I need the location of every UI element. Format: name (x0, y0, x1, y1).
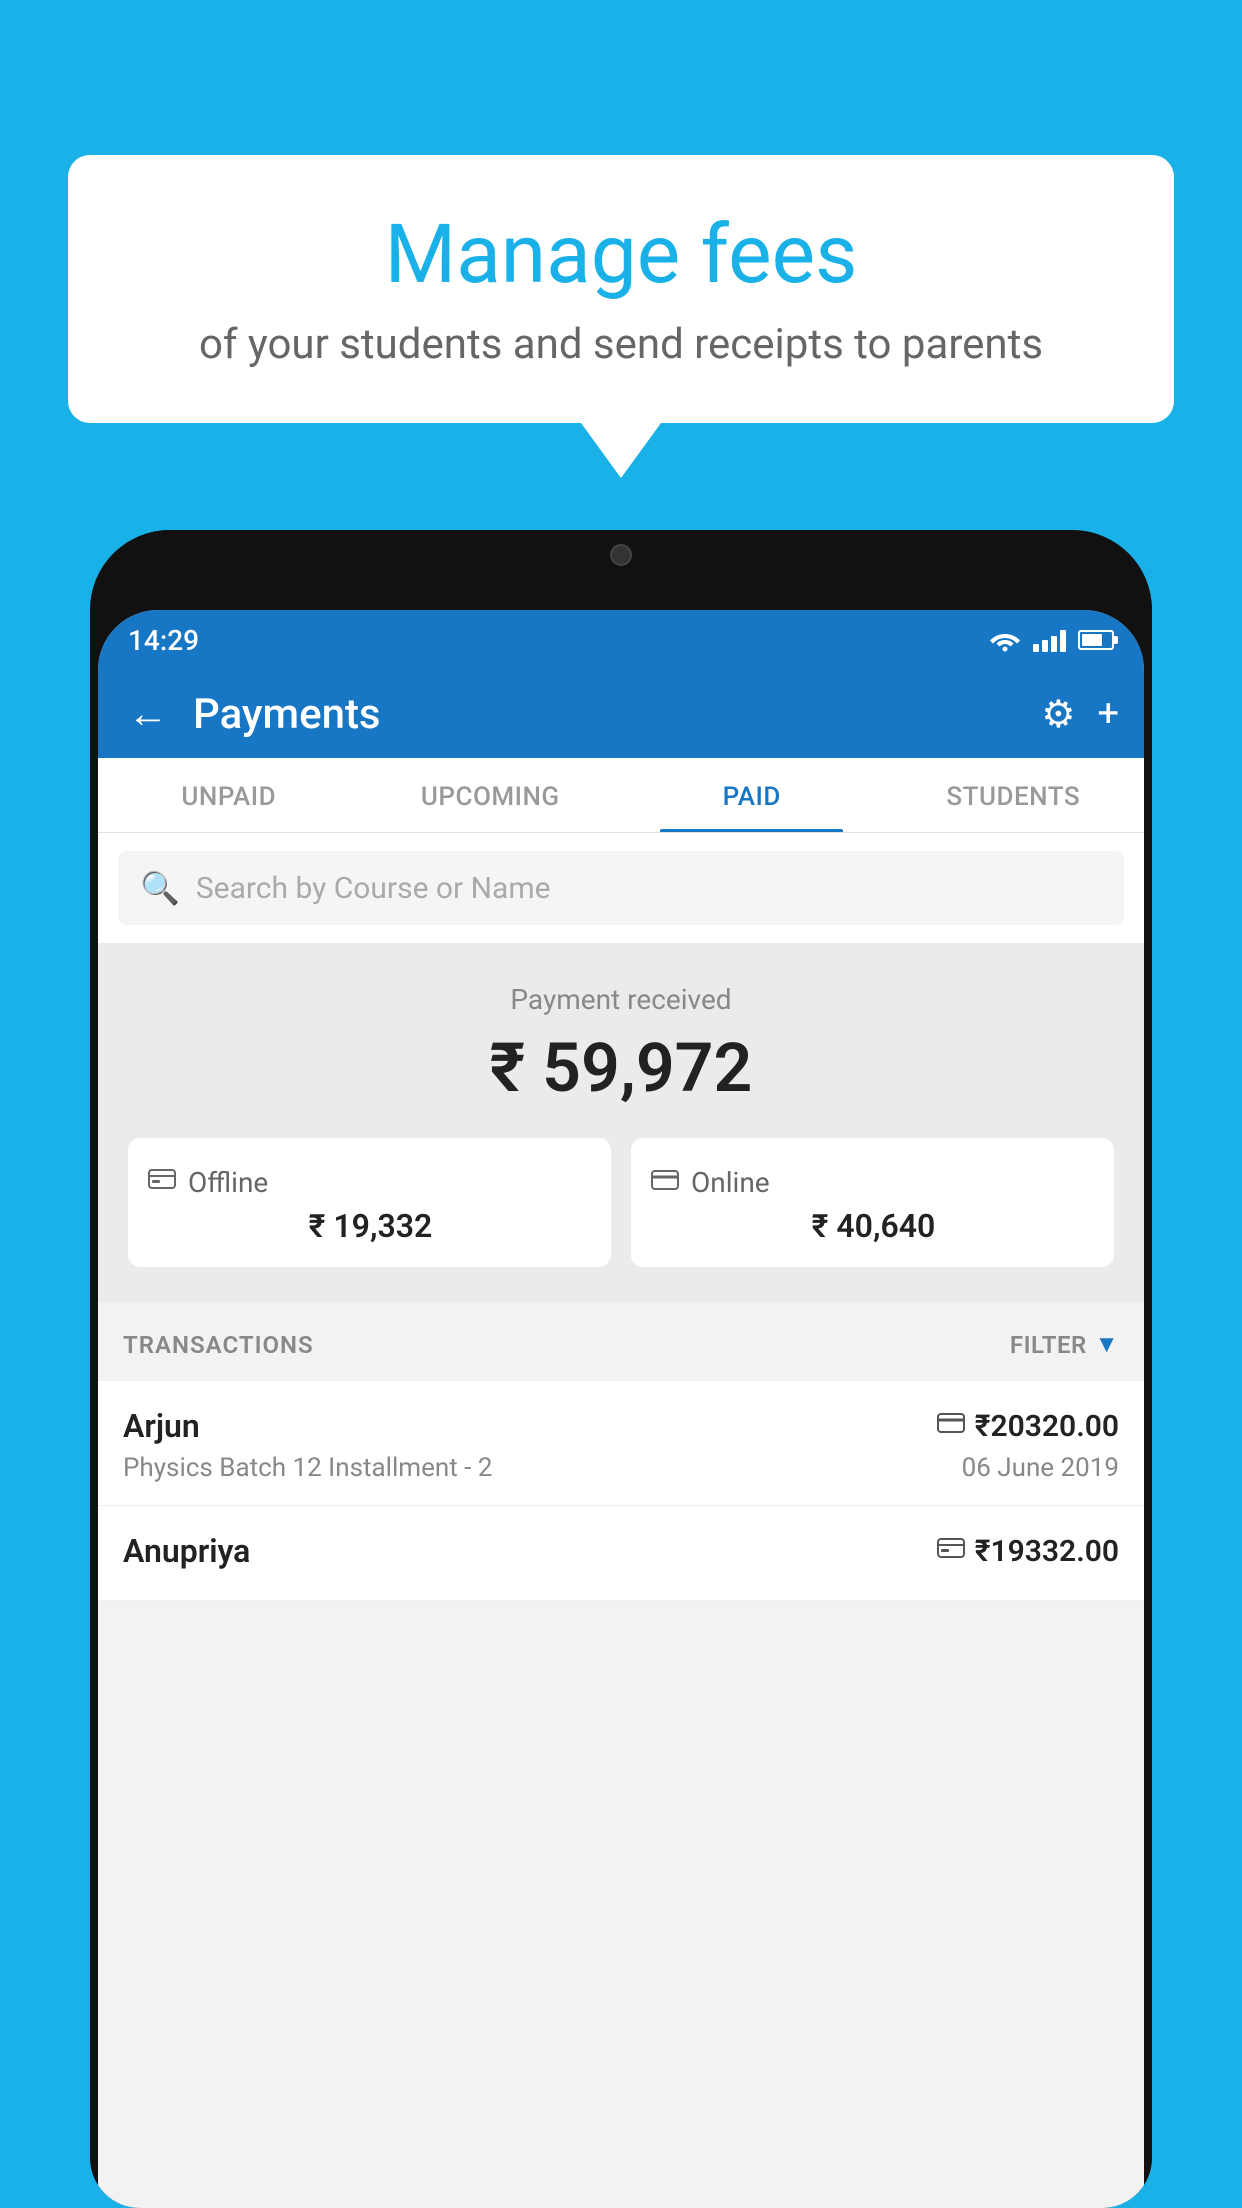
offline-card: Offline ₹ 19,332 (128, 1138, 611, 1267)
search-input-wrapper[interactable]: 🔍 Search by Course or Name (118, 851, 1124, 925)
speech-bubble: Manage fees of your students and send re… (68, 155, 1174, 423)
phone-inner: 14:29 (98, 610, 1144, 2208)
transaction-date: 06 June 2019 (962, 1453, 1119, 1483)
search-container: 🔍 Search by Course or Name (98, 833, 1144, 943)
search-icon: 🔍 (140, 869, 180, 907)
transaction-amount: ₹19332.00 (975, 1534, 1119, 1569)
offline-amount: ₹ 19,332 (148, 1207, 591, 1245)
online-payment-icon (937, 1411, 965, 1441)
back-button[interactable]: ← (123, 689, 173, 739)
transaction-name: Anupriya (123, 1532, 250, 1570)
filter-icon: ▼ (1095, 1330, 1119, 1359)
speech-bubble-arrow (581, 423, 661, 478)
speech-bubble-subtitle: of your students and send receipts to pa… (128, 318, 1114, 373)
table-row[interactable]: Anupriya ₹19332.00 (98, 1506, 1144, 1601)
offline-label: Offline (188, 1166, 268, 1199)
settings-icon[interactable]: ⚙ (1041, 692, 1075, 737)
transactions-header: TRANSACTIONS FILTER ▼ (98, 1302, 1144, 1381)
phone-camera (610, 544, 632, 566)
transaction-amount: ₹20320.00 (975, 1409, 1119, 1444)
offline-payment-icon (937, 1536, 965, 1567)
payment-total-amount: ₹ 59,972 (128, 1028, 1114, 1108)
tab-upcoming[interactable]: UPCOMING (360, 758, 622, 832)
payment-cards: Offline ₹ 19,332 (128, 1138, 1114, 1267)
wifi-icon (989, 628, 1021, 652)
battery-icon (1078, 630, 1114, 650)
transaction-top: Anupriya ₹19332.00 (123, 1532, 1119, 1570)
offline-card-header: Offline (148, 1166, 591, 1199)
header-icons: ⚙ + (1041, 692, 1119, 737)
transaction-name: Arjun (123, 1407, 200, 1445)
battery-fill (1082, 634, 1102, 646)
app-header: ← Payments ⚙ + (98, 670, 1144, 758)
online-icon (651, 1168, 679, 1198)
online-label: Online (691, 1166, 770, 1199)
transaction-amount-wrapper: ₹19332.00 (937, 1534, 1119, 1569)
transaction-amount-wrapper: ₹20320.00 (937, 1409, 1119, 1444)
tabs-bar: UNPAID UPCOMING PAID STUDENTS (98, 758, 1144, 833)
payment-summary: Payment received ₹ 59,972 (98, 943, 1144, 1302)
search-input[interactable]: Search by Course or Name (196, 871, 551, 906)
transactions-label: TRANSACTIONS (123, 1331, 314, 1359)
status-time: 14:29 (128, 624, 199, 657)
tab-students[interactable]: STUDENTS (883, 758, 1145, 832)
table-row[interactable]: Arjun ₹20320.00 Physics Batch 12 Install… (98, 1381, 1144, 1506)
speech-bubble-title: Manage fees (128, 210, 1114, 300)
signal-icon (1033, 628, 1066, 652)
transaction-bottom: Physics Batch 12 Installment - 2 06 June… (123, 1453, 1119, 1483)
transaction-course: Physics Batch 12 Installment - 2 (123, 1453, 492, 1483)
offline-icon (148, 1167, 176, 1198)
online-card-header: Online (651, 1166, 1094, 1199)
page-title: Payments (193, 690, 1021, 739)
filter-label: FILTER (1010, 1331, 1087, 1359)
phone-screen: 14:29 (98, 610, 1144, 2208)
online-amount: ₹ 40,640 (651, 1207, 1094, 1245)
phone-frame: 14:29 (90, 530, 1152, 2208)
phone-top (90, 530, 1152, 610)
payment-received-label: Payment received (128, 983, 1114, 1016)
add-button[interactable]: + (1097, 692, 1119, 736)
filter-button[interactable]: FILTER ▼ (1010, 1330, 1119, 1359)
status-bar: 14:29 (98, 610, 1144, 670)
online-card: Online ₹ 40,640 (631, 1138, 1114, 1267)
tab-paid[interactable]: PAID (621, 758, 883, 832)
status-icons (989, 628, 1114, 652)
transaction-top: Arjun ₹20320.00 (123, 1407, 1119, 1445)
speech-bubble-section: Manage fees of your students and send re… (68, 155, 1174, 478)
tab-unpaid[interactable]: UNPAID (98, 758, 360, 832)
